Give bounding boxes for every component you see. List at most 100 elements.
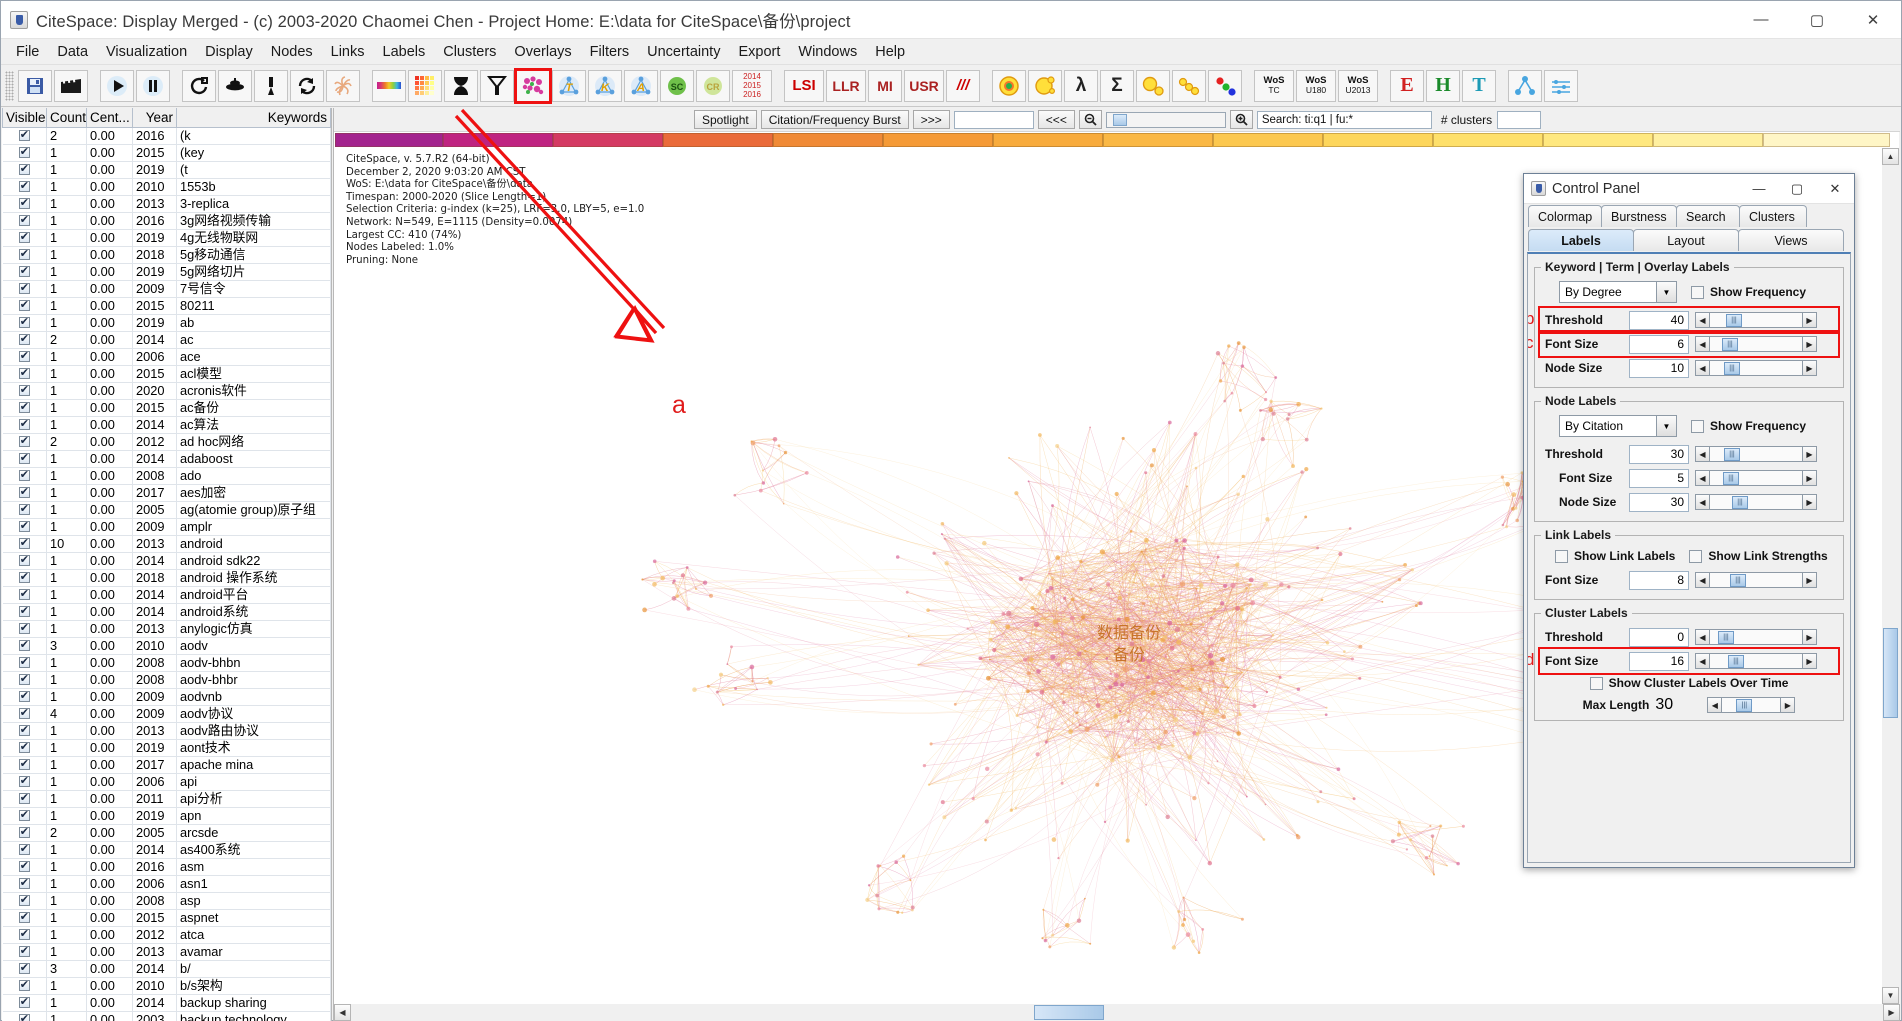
colormap-grid-button[interactable]	[408, 69, 442, 102]
visible-checkbox[interactable]	[18, 842, 30, 857]
visible-checkbox[interactable]	[18, 298, 30, 313]
table-row[interactable]: 10.002010b/s架构	[2, 977, 331, 995]
node-threshold-slider-track[interactable]: |||	[1710, 446, 1802, 462]
table-row[interactable]: 10.0020101553b	[2, 178, 331, 196]
visible-checkbox[interactable]	[18, 893, 30, 908]
node-threshold-slider[interactable]: ◀ ||| ▶	[1695, 445, 1817, 463]
row-visible-cell[interactable]	[2, 127, 47, 145]
node-threshold-slider-right-arrow[interactable]: ▶	[1802, 446, 1817, 462]
table-row[interactable]: 10.002014backup sharing	[2, 994, 331, 1012]
show-link-strengths-checkbox[interactable]	[1689, 549, 1703, 563]
table-row[interactable]: 10.0020195g网络切片	[2, 263, 331, 281]
table-row[interactable]: 10.002014android系统	[2, 603, 331, 621]
visible-checkbox[interactable]	[18, 332, 30, 347]
cluster-font-size-value[interactable]: 16	[1629, 651, 1689, 671]
max-length-slider-left-arrow[interactable]: ◀	[1707, 697, 1723, 713]
keyword-font-size-value[interactable]: 6	[1629, 334, 1689, 354]
visible-checkbox[interactable]	[18, 213, 30, 228]
keyword-font-size-slider-thumb[interactable]: |||	[1722, 338, 1738, 351]
table-row[interactable]: 10.002008ado	[2, 467, 331, 485]
control-panel-maximize-button[interactable]: ▢	[1778, 174, 1816, 203]
max-length-value[interactable]: 30	[1655, 696, 1701, 714]
visible-checkbox[interactable]	[18, 451, 30, 466]
visible-checkbox[interactable]	[18, 196, 30, 211]
node-font-size-slider-right-arrow[interactable]: ▶	[1802, 470, 1817, 486]
visible-checkbox[interactable]	[18, 417, 30, 432]
link-font-size-value[interactable]: 8	[1629, 570, 1689, 590]
visible-checkbox[interactable]	[18, 978, 30, 993]
row-visible-cell[interactable]	[2, 144, 47, 162]
cluster-font-size-slider[interactable]: ◀ ||| ▶	[1695, 652, 1817, 670]
zoom-in-button[interactable]	[1229, 110, 1253, 129]
table-row[interactable]: 10.002015ac备份	[2, 399, 331, 417]
visible-checkbox[interactable]	[18, 808, 30, 823]
table-row[interactable]: 10.002006api	[2, 773, 331, 791]
rgb-nodes-button[interactable]	[1208, 69, 1242, 102]
row-visible-cell[interactable]	[2, 178, 47, 196]
table-row[interactable]: 10.002018android 操作系统	[2, 569, 331, 587]
export-e-button[interactable]: E	[1390, 69, 1424, 102]
usr-button[interactable]: USR	[904, 69, 944, 102]
refresh-button[interactable]	[290, 69, 324, 102]
keyword-threshold-slider-track[interactable]: |||	[1710, 312, 1802, 328]
visible-checkbox[interactable]	[18, 774, 30, 789]
window-maximize-button[interactable]: ▢	[1789, 1, 1845, 38]
more-button[interactable]: >>>	[912, 110, 950, 129]
visible-checkbox[interactable]	[18, 706, 30, 721]
row-visible-cell[interactable]	[2, 841, 47, 859]
row-visible-cell[interactable]	[2, 297, 47, 315]
visible-checkbox[interactable]	[18, 247, 30, 262]
visible-checkbox[interactable]	[18, 740, 30, 755]
table-row[interactable]: 10.002020acronis软件	[2, 382, 331, 400]
sigma-button[interactable]: Σ	[1100, 69, 1134, 102]
visible-checkbox[interactable]	[18, 995, 30, 1010]
table-row[interactable]: 10.0020097号信令	[2, 280, 331, 298]
row-visible-cell[interactable]	[2, 331, 47, 349]
node-node-size-slider-track[interactable]: |||	[1710, 494, 1802, 510]
slash-button[interactable]: ///	[946, 69, 980, 102]
menu-item-overlays[interactable]: Overlays	[505, 41, 580, 63]
citation-burst-button[interactable]: Citation/Frequency Burst	[760, 110, 909, 129]
table-row[interactable]: 10.0020194g无线物联网	[2, 229, 331, 247]
cluster-threshold-value[interactable]: 0	[1629, 627, 1689, 647]
visible-checkbox[interactable]	[18, 876, 30, 891]
graph-zoom-slider-1[interactable]	[1105, 111, 1226, 128]
keyword-sort-dropdown[interactable]: By Degree ▼	[1559, 281, 1677, 303]
lsi-button[interactable]: LSI	[784, 69, 824, 102]
table-row[interactable]: 100.002013android	[2, 535, 331, 553]
movie-clapper-button[interactable]	[54, 69, 88, 102]
row-visible-cell[interactable]	[2, 909, 47, 927]
column-header-count[interactable]: Count	[46, 108, 87, 128]
table-row[interactable]: 10.002014ac算法	[2, 416, 331, 434]
cluster-font-size-slider-right-arrow[interactable]: ▶	[1802, 653, 1817, 669]
column-header-visible[interactable]: Visible	[2, 108, 47, 128]
graph-scroll-left-arrow[interactable]: ◀	[334, 1004, 351, 1021]
chevron-down-icon[interactable]: ▼	[1656, 282, 1676, 302]
sc-button[interactable]: SC	[660, 69, 694, 102]
visible-checkbox[interactable]	[18, 604, 30, 619]
row-visible-cell[interactable]	[2, 433, 47, 451]
row-visible-cell[interactable]	[2, 688, 47, 706]
table-row[interactable]: 10.002014android sdk22	[2, 552, 331, 570]
row-visible-cell[interactable]	[2, 280, 47, 298]
node-yellow-button[interactable]	[1028, 69, 1062, 102]
table-row[interactable]: 20.002005arcsde	[2, 824, 331, 842]
row-visible-cell[interactable]	[2, 875, 47, 893]
menu-item-visualization[interactable]: Visualization	[97, 41, 196, 63]
keyword-font-size-slider-track[interactable]: |||	[1710, 336, 1802, 352]
keyword-show-frequency-checkbox[interactable]	[1691, 285, 1704, 299]
table-row[interactable]: 30.002014b/	[2, 960, 331, 978]
mi-button[interactable]: MI	[868, 69, 902, 102]
graph-vertical-scrollbar[interactable]: ▲ ▼	[1882, 148, 1899, 1004]
keyword-node-size-slider-thumb[interactable]: |||	[1724, 362, 1740, 375]
play-button[interactable]	[100, 69, 134, 102]
timeline-tool-button[interactable]	[1544, 69, 1578, 102]
visible-checkbox[interactable]	[18, 128, 30, 143]
visible-checkbox[interactable]	[18, 621, 30, 636]
table-row[interactable]: 10.002015aspnet	[2, 909, 331, 927]
visible-checkbox[interactable]	[18, 910, 30, 925]
row-visible-cell[interactable]	[2, 773, 47, 791]
visible-checkbox[interactable]	[18, 672, 30, 687]
graph-horizontal-scrollbar[interactable]: ◀ ▶	[334, 1004, 1900, 1021]
window-close-button[interactable]: ✕	[1845, 1, 1901, 38]
